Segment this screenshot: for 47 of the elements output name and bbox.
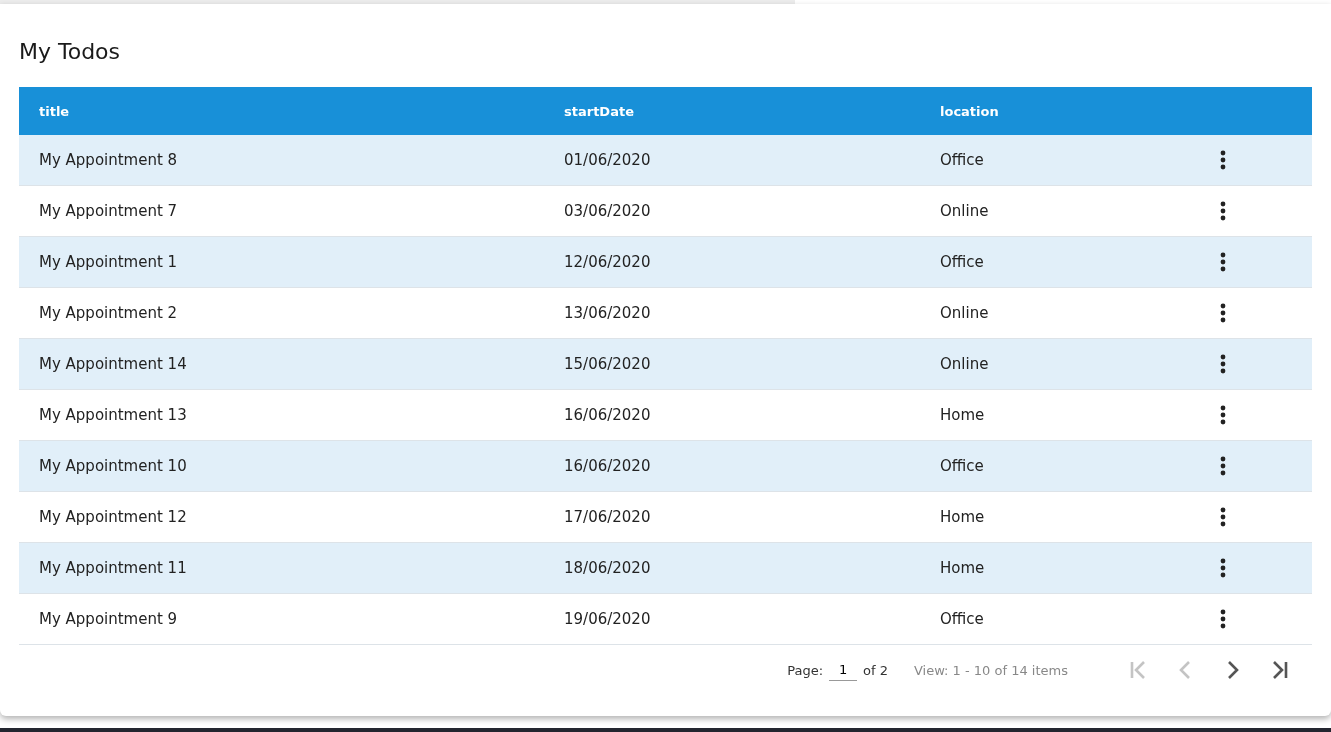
page-label: Page: [787,662,823,678]
table-cell: 19/06/2020 [564,610,651,628]
table-cell: Home [940,559,985,577]
kebab-icon [1220,303,1226,323]
table-cell: 15/06/2020 [564,355,651,373]
kebab-icon [1220,558,1226,578]
table-cell: 16/06/2020 [564,457,651,475]
page-title: My Todos [19,38,122,65]
table-cell: 12/06/2020 [564,253,651,271]
table-cell: Office [940,253,984,271]
column-header[interactable]: location [940,103,999,119]
table-cell: 01/06/2020 [564,151,651,169]
kebab-icon [1220,507,1226,527]
table-cell: Home [940,508,985,526]
table-cell: My Appointment 9 [39,610,178,628]
table-cell: 16/06/2020 [564,406,651,424]
table-cell: Online [940,202,989,220]
table-cell: My Appointment 12 [39,508,187,526]
table-cell: 17/06/2020 [564,508,651,526]
kebab-icon [1220,609,1226,629]
kebab-icon [1220,456,1226,476]
table-cell: 18/06/2020 [564,559,651,577]
kebab-icon [1220,252,1226,272]
column-header[interactable]: startDate [564,103,634,119]
table-cell: My Appointment 1 [39,253,178,271]
table-cell: Office [940,457,984,475]
column-header[interactable]: title [39,103,70,119]
table-cell: My Appointment 11 [39,559,187,577]
page-count: of 2 [863,662,888,678]
table-cell: My Appointment 13 [39,406,187,424]
table-cell: My Appointment 7 [39,202,178,220]
table-cell: 13/06/2020 [564,304,651,322]
kebab-icon [1220,354,1226,374]
table-cell: Home [940,406,985,424]
table-cell: My Appointment 14 [39,355,187,373]
table-cell: My Appointment 8 [39,151,178,169]
table-cell: Online [940,355,989,373]
kebab-icon [1220,150,1226,170]
table-cell: My Appointment 2 [39,304,178,322]
table-cell: Online [940,304,989,322]
table-cell: Office [940,151,984,169]
table-cell: My Appointment 10 [39,457,187,475]
kebab-icon [1220,201,1226,221]
table-cell: 03/06/2020 [564,202,651,220]
kebab-icon [1220,405,1226,425]
items-summary: View: 1 - 10 of 14 items [913,662,1068,678]
table-cell: Office [940,610,984,628]
